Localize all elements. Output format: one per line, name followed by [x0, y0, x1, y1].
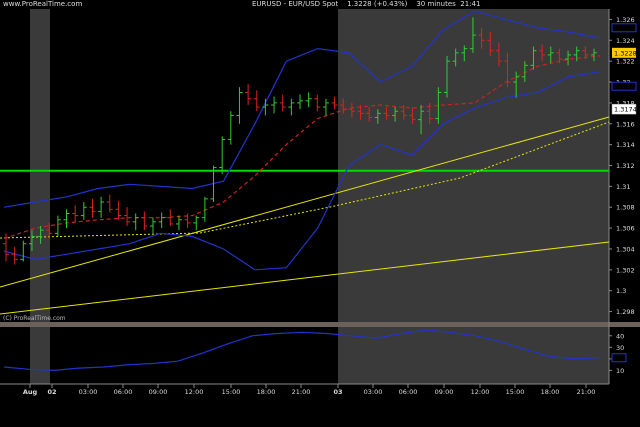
time-tick-label: 03: [333, 388, 342, 396]
price-tick-label: 1.324: [616, 37, 635, 45]
price-tick-label: 1.304: [616, 245, 635, 253]
price-tick-label: 1.308: [616, 204, 635, 212]
time-tick-label: 12:00: [471, 388, 490, 396]
time-tick-label: 06:00: [114, 388, 133, 396]
time-tick-label: 21:00: [292, 388, 311, 396]
watermark: (C) ProRealTime.com: [3, 315, 66, 322]
price-chart[interactable]: (C) ProRealTime.com 1.326 1.324 1.322 1.3 21…: [0, 0, 640, 427]
indicator-tick-label: 30: [616, 344, 624, 352]
time-tick-label: 12:00: [185, 388, 204, 396]
indicator-value-marker: [611, 353, 627, 363]
time-tick-label: 03:00: [364, 388, 383, 396]
price-tick-label: 1.322: [616, 58, 635, 66]
time-tick-label: 18:00: [541, 388, 560, 396]
price-tick-label: 1.298: [616, 308, 635, 316]
indicator-tick-label: 10: [616, 367, 624, 375]
indicator-weekend-shade: [30, 327, 50, 384]
price-tick-label: 1.312: [616, 162, 635, 170]
time-tick-label: 06:00: [399, 388, 418, 396]
time-tick-label: 15:00: [506, 388, 525, 396]
price-tick-label: 1.306: [616, 225, 635, 233]
weekend-shade: [30, 9, 50, 322]
time-tick-label: 09:00: [149, 388, 168, 396]
indicator-tick-label: 40: [616, 332, 624, 340]
lower-band-marker: [611, 81, 637, 91]
time-tick-label: Aug: [23, 388, 38, 396]
price-tick-label: 1.316: [616, 120, 635, 128]
price-tick-label: 1.314: [616, 141, 635, 149]
upper-band-marker: [611, 23, 637, 33]
current-price-label: 1.3228: [614, 49, 637, 57]
trendline-price-label: 1.3174: [614, 106, 637, 114]
time-tick-label: 02: [47, 388, 56, 396]
price-tick-label: 1.302: [616, 266, 635, 274]
time-tick-label: 18:00: [257, 388, 276, 396]
price-tick-label: 1.326: [616, 16, 635, 24]
price-tick-label: 1.31: [616, 183, 630, 191]
time-tick-label: 09:00: [435, 388, 454, 396]
time-tick-label: 21:00: [577, 388, 596, 396]
price-tick-label: 1.3: [616, 287, 626, 295]
panel-divider[interactable]: [0, 322, 640, 327]
time-tick-label: 15:00: [222, 388, 241, 396]
time-tick-label: 03:00: [79, 388, 98, 396]
